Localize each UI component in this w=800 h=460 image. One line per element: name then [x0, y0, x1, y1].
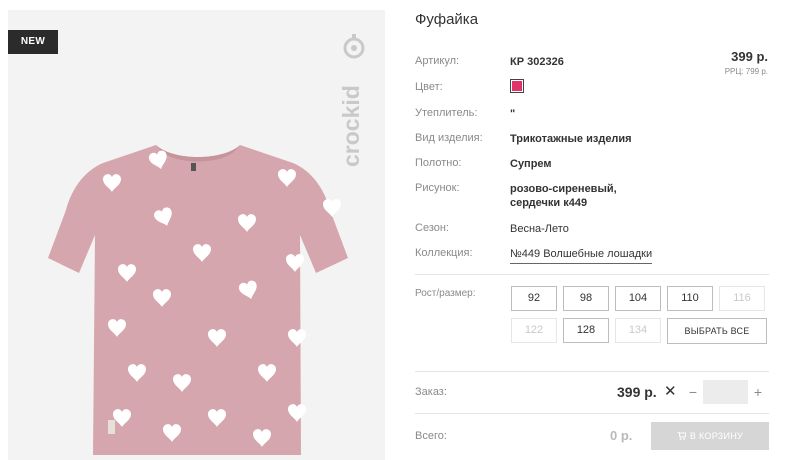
season-value: Весна-Лето	[510, 223, 569, 235]
rrp-price: РРЦ: 799 р.	[724, 67, 768, 76]
quantity-input[interactable]	[703, 380, 748, 404]
attr-label: Коллекция:	[415, 247, 473, 259]
times-icon: ✕	[664, 383, 677, 400]
divider	[415, 371, 769, 372]
add-to-cart-button[interactable]: В КОРЗИНУ	[651, 422, 769, 450]
tshirt-illustration	[48, 145, 348, 455]
fabric-value: Супрем	[510, 158, 552, 170]
product-type-value: Трикотажные изделия	[510, 133, 632, 145]
product-image[interactable]: NEW crockid	[8, 10, 385, 460]
order-label: Заказ:	[415, 386, 447, 398]
attr-label: Сезон:	[415, 222, 449, 234]
pattern-value-line1: розово-сиреневый,	[510, 183, 617, 195]
new-badge: NEW	[8, 30, 58, 54]
size-option-122: 122	[511, 318, 557, 343]
attr-label: Артикул:	[415, 55, 460, 67]
cart-icon	[676, 432, 686, 440]
quantity-increase-button[interactable]: +	[751, 384, 765, 400]
attr-label: Цвет:	[415, 81, 443, 93]
size-option-104[interactable]: 104	[615, 286, 661, 311]
article-value: КР 302326	[510, 56, 564, 68]
quantity-decrease-button[interactable]: −	[686, 384, 700, 400]
size-option-92[interactable]: 92	[511, 286, 557, 311]
total-label: Всего:	[415, 430, 447, 442]
divider	[415, 413, 769, 414]
color-swatch[interactable]	[510, 79, 524, 93]
attr-label: Утеплитель:	[415, 107, 478, 119]
product-title: Фуфайка	[415, 11, 479, 28]
price: 399 р.	[731, 49, 768, 64]
size-option-110[interactable]: 110	[667, 286, 713, 311]
sizes-label: Рост/размер:	[415, 288, 476, 299]
total-value: 0 р.	[610, 428, 633, 443]
attr-label: Вид изделия:	[415, 132, 483, 144]
size-option-134: 134	[615, 318, 661, 343]
collection-link[interactable]: №449 Волшебные лошадки	[510, 247, 653, 264]
pattern-value-line2: сердечки к449	[510, 197, 588, 209]
size-option-98[interactable]: 98	[563, 286, 609, 311]
size-option-116: 116	[719, 286, 765, 311]
select-all-button[interactable]: ВЫБРАТЬ ВСЕ	[667, 318, 767, 344]
attr-label: Полотно:	[415, 157, 462, 169]
divider	[415, 274, 769, 275]
attr-label: Рисунок:	[415, 182, 460, 194]
order-price: 399 р.	[617, 384, 657, 400]
size-option-128[interactable]: 128	[563, 318, 609, 343]
add-to-cart-label: В КОРЗИНУ	[689, 431, 744, 441]
insulation-value: "	[510, 108, 516, 120]
